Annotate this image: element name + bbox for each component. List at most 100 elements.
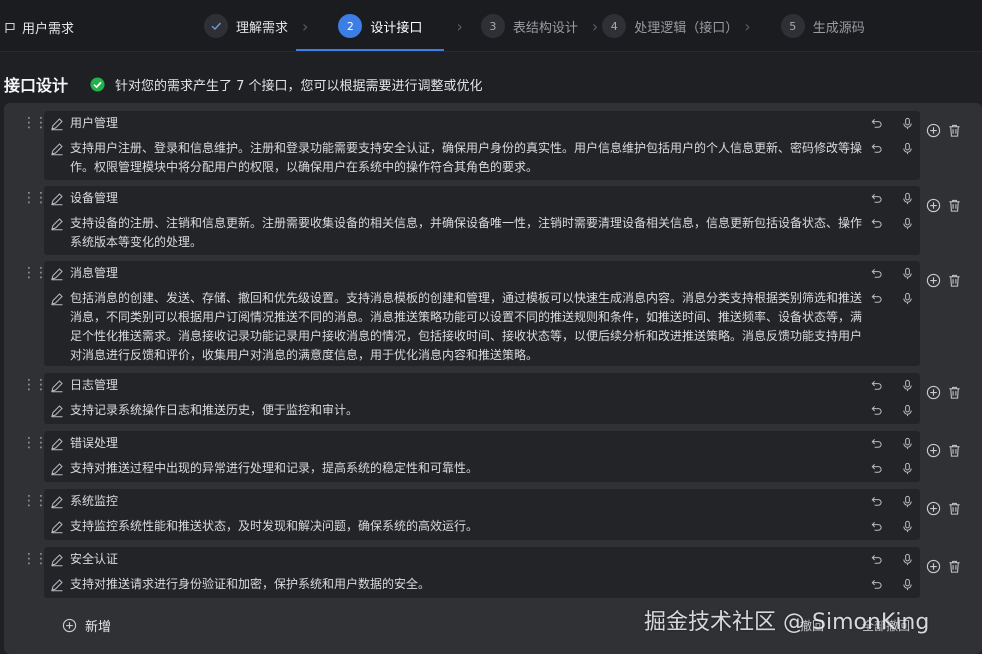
undo-icon[interactable] bbox=[870, 192, 883, 205]
chevron-right-icon: › bbox=[456, 16, 463, 36]
interface-description[interactable]: 支持记录系统操作日志和推送历史，便于监控和审计。 bbox=[70, 401, 864, 420]
interface-name[interactable]: 日志管理 bbox=[70, 376, 864, 395]
microphone-icon[interactable] bbox=[901, 578, 914, 591]
edit-icon[interactable] bbox=[50, 379, 64, 393]
add-interface-button[interactable]: 新增 bbox=[62, 616, 111, 635]
microphone-icon[interactable] bbox=[901, 495, 914, 508]
undo-icon[interactable] bbox=[870, 462, 883, 475]
desc-line: 包括消息的创建、发送、存储、撤回和优先级设置。支持消息模板的创建和管理，通过模板… bbox=[44, 287, 920, 365]
name-line: 用户管理 bbox=[44, 111, 920, 135]
interface-card: 系统监控 支持监控系统性能和推送状态，及时发现和解决问题，确保系统的高效运行。 bbox=[44, 489, 920, 540]
microphone-icon[interactable] bbox=[901, 520, 914, 533]
drag-handle-icon[interactable]: ⋮⋮ bbox=[22, 191, 48, 205]
microphone-icon[interactable] bbox=[901, 142, 914, 155]
undo-icon[interactable] bbox=[870, 404, 883, 417]
interface-description[interactable]: 支持对推送过程中出现的异常进行处理和记录，提高系统的稳定性和可靠性。 bbox=[70, 459, 864, 478]
edit-icon[interactable] bbox=[50, 495, 64, 509]
trash-icon[interactable] bbox=[947, 198, 962, 213]
microphone-icon[interactable] bbox=[901, 462, 914, 475]
undo-icon[interactable] bbox=[870, 117, 883, 130]
edit-icon[interactable] bbox=[50, 520, 64, 534]
edit-icon[interactable] bbox=[50, 267, 64, 281]
undo-icon[interactable] bbox=[870, 495, 883, 508]
edit-icon[interactable] bbox=[50, 578, 64, 592]
trash-icon[interactable] bbox=[947, 385, 962, 400]
edit-icon[interactable] bbox=[50, 142, 64, 156]
undo-icon[interactable] bbox=[870, 437, 883, 450]
trash-icon[interactable] bbox=[947, 123, 962, 138]
name-line: 日志管理 bbox=[44, 373, 920, 397]
drag-handle-icon[interactable]: ⋮⋮ bbox=[22, 436, 48, 450]
interface-description[interactable]: 支持设备的注册、注销和信息更新。注册需要收集设备的相关信息，并确保设备唯一性，注… bbox=[70, 214, 864, 252]
step-2[interactable]: 2 设计接口 bbox=[296, 0, 445, 52]
interface-card: 消息管理 包括消息的创建、发送、存储、撤回和优先级设置。支持消息模板的创建和管理… bbox=[44, 261, 920, 366]
drag-handle-icon[interactable]: ⋮⋮ bbox=[22, 552, 48, 566]
add-circle-icon[interactable] bbox=[926, 559, 941, 574]
flag-icon bbox=[5, 22, 15, 33]
microphone-icon[interactable] bbox=[901, 292, 914, 305]
breadcrumb[interactable]: 用户需求 bbox=[4, 18, 74, 37]
interface-name[interactable]: 消息管理 bbox=[70, 264, 864, 283]
edit-icon[interactable] bbox=[50, 553, 64, 567]
interface-name[interactable]: 错误处理 bbox=[70, 434, 864, 453]
edit-icon[interactable] bbox=[50, 217, 64, 231]
edit-icon[interactable] bbox=[50, 404, 64, 418]
step-5[interactable]: 5 生成源码 bbox=[777, 0, 869, 52]
undo-icon[interactable] bbox=[870, 267, 883, 280]
add-circle-icon[interactable] bbox=[926, 123, 941, 138]
edit-icon[interactable] bbox=[50, 462, 64, 476]
microphone-icon[interactable] bbox=[901, 217, 914, 230]
undo-icon[interactable] bbox=[870, 578, 883, 591]
add-circle-icon[interactable] bbox=[926, 385, 941, 400]
drag-handle-icon[interactable]: ⋮⋮ bbox=[22, 494, 48, 508]
interface-card: 错误处理 支持对推送过程中出现的异常进行处理和记录，提高系统的稳定性和可靠性。 bbox=[44, 431, 920, 482]
step-4[interactable]: 4 处理逻辑（接口） bbox=[598, 0, 742, 52]
trash-icon[interactable] bbox=[947, 443, 962, 458]
desc-line: 支持用户注册、登录和信息维护。注册和登录功能需要支持安全认证，确保用户身份的真实… bbox=[44, 137, 920, 179]
microphone-icon[interactable] bbox=[901, 117, 914, 130]
undo-icon[interactable] bbox=[870, 217, 883, 230]
microphone-icon[interactable] bbox=[901, 553, 914, 566]
chevron-right-icon: › bbox=[302, 16, 309, 36]
trash-icon[interactable] bbox=[947, 559, 962, 574]
add-interface-label: 新增 bbox=[85, 620, 112, 635]
undo-icon[interactable] bbox=[870, 520, 883, 533]
edit-icon[interactable] bbox=[50, 192, 64, 206]
trash-icon[interactable] bbox=[947, 273, 962, 288]
interface-description[interactable]: 支持对推送请求进行身份验证和加密，保护系统和用户数据的安全。 bbox=[70, 575, 864, 594]
name-line: 消息管理 bbox=[44, 261, 920, 285]
microphone-icon[interactable] bbox=[901, 379, 914, 392]
interface-name[interactable]: 安全认证 bbox=[70, 550, 864, 569]
trash-icon[interactable] bbox=[947, 501, 962, 516]
drag-handle-icon[interactable]: ⋮⋮ bbox=[22, 116, 48, 130]
step-3-label: 表结构设计 bbox=[512, 20, 578, 36]
drag-handle-icon[interactable]: ⋮⋮ bbox=[22, 378, 48, 392]
add-circle-icon[interactable] bbox=[926, 443, 941, 458]
interface-name[interactable]: 系统监控 bbox=[70, 492, 864, 511]
drag-handle-icon[interactable]: ⋮⋮ bbox=[22, 266, 48, 280]
interface-name[interactable]: 用户管理 bbox=[70, 114, 864, 133]
add-circle-icon[interactable] bbox=[926, 273, 941, 288]
undo-icon[interactable] bbox=[870, 379, 883, 392]
interface-name[interactable]: 设备管理 bbox=[70, 189, 864, 208]
microphone-icon[interactable] bbox=[901, 404, 914, 417]
edit-icon[interactable] bbox=[50, 292, 64, 306]
microphone-icon[interactable] bbox=[901, 437, 914, 450]
interface-description[interactable]: 支持用户注册、登录和信息维护。注册和登录功能需要支持安全认证，确保用户身份的真实… bbox=[70, 139, 864, 177]
microphone-icon[interactable] bbox=[901, 192, 914, 205]
step-5-number: 5 bbox=[780, 14, 805, 38]
add-circle-icon[interactable] bbox=[926, 198, 941, 213]
edit-icon[interactable] bbox=[50, 117, 64, 131]
interface-description[interactable]: 包括消息的创建、发送、存储、撤回和优先级设置。支持消息模板的创建和管理，通过模板… bbox=[70, 289, 864, 365]
edit-icon[interactable] bbox=[50, 437, 64, 451]
undo-icon[interactable] bbox=[870, 292, 883, 305]
step-3[interactable]: 3 表结构设计 bbox=[477, 0, 582, 52]
microphone-icon[interactable] bbox=[901, 267, 914, 280]
undo-icon[interactable] bbox=[870, 142, 883, 155]
interface-description[interactable]: 支持监控系统性能和推送状态，及时发现和解决问题，确保系统的高效运行。 bbox=[70, 517, 864, 536]
add-circle-icon[interactable] bbox=[926, 501, 941, 516]
section-header: 接口设计 针对您的需求产生了 7 个接口，您可以根据需要进行调整或优化 bbox=[4, 72, 483, 96]
step-1[interactable]: 理解需求 bbox=[200, 0, 292, 52]
desc-line: 支持记录系统操作日志和推送历史，便于监控和审计。 bbox=[44, 399, 920, 423]
undo-icon[interactable] bbox=[870, 553, 883, 566]
